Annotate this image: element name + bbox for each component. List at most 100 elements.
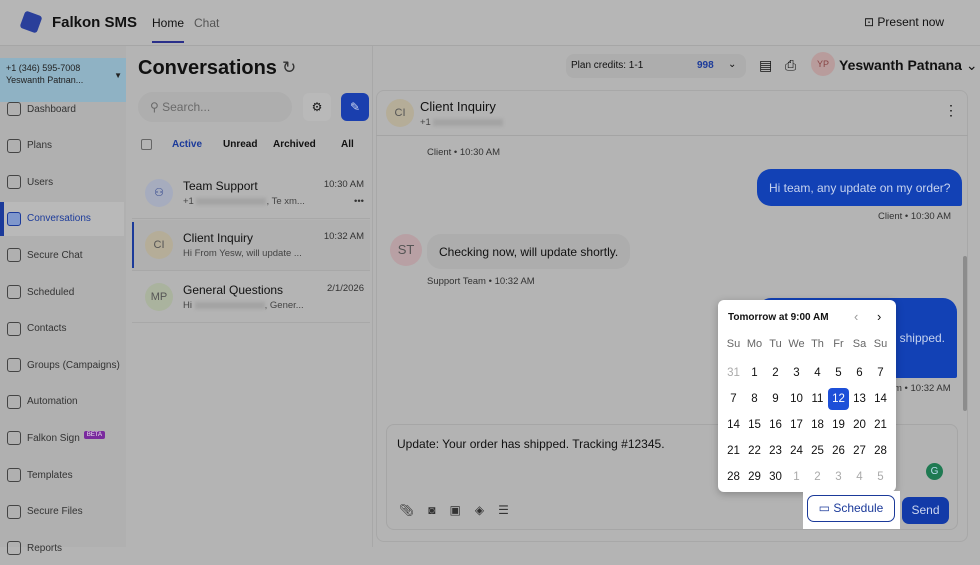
calendar-day[interactable]: 5	[828, 362, 849, 384]
filter-all[interactable]: All	[341, 139, 354, 150]
calendar-day[interactable]: 30	[765, 466, 786, 488]
calendar-day[interactable]: 21	[870, 414, 891, 436]
calendar-day[interactable]: 27	[849, 440, 870, 462]
credits-value: 998	[697, 60, 714, 71]
select-all-checkbox[interactable]	[141, 139, 152, 150]
calendar-day[interactable]: 11	[807, 388, 828, 410]
calendar-day[interactable]: 13	[849, 388, 870, 410]
calendar-day[interactable]: 7	[870, 362, 891, 384]
calendar-day[interactable]: 16	[765, 414, 786, 436]
sidebar-item-automation[interactable]: Automation	[0, 385, 124, 419]
list-icon[interactable]: ☰	[498, 503, 509, 517]
sidebar-item-plans[interactable]: Plans	[0, 129, 124, 163]
calendar-day-selected[interactable]: 12	[828, 388, 849, 410]
conversation-item[interactable]: MP General Questions Hi , Gener... 2/1/2…	[132, 272, 370, 323]
calendar-day[interactable]: 26	[828, 440, 849, 462]
calendar-day[interactable]: 20	[849, 414, 870, 436]
calendar-day[interactable]: 9	[765, 388, 786, 410]
calendar-day[interactable]: 3	[828, 466, 849, 488]
weekday-label: Tu	[769, 338, 782, 350]
sidebar-item-users[interactable]: Users	[0, 165, 124, 199]
message-input[interactable]: Update: Your order has shipped. Tracking…	[397, 437, 665, 451]
schedule-date-picker: Tomorrow at 9:00 AM ‹ › Su Mo Tu We Th Fr Sa Su…	[718, 300, 896, 492]
sidebar-item-label: Groups (Campaigns)	[27, 359, 120, 371]
calendar-day[interactable]: 28	[870, 440, 891, 462]
sidebar-item-dashboard[interactable]: Dashboard	[0, 92, 124, 126]
printer-icon[interactable]: ⎙	[785, 57, 796, 74]
calendar-day[interactable]: 21	[723, 440, 744, 462]
calendar-day[interactable]: 10	[786, 388, 807, 410]
calendar-day[interactable]: 14	[870, 388, 891, 410]
calendar-day[interactable]: 28	[723, 466, 744, 488]
calendar-day[interactable]: 18	[807, 414, 828, 436]
gif-icon[interactable]: ▣	[449, 503, 460, 517]
app-name: Falkon SMS	[52, 14, 138, 31]
calendar-day[interactable]: 19	[828, 414, 849, 436]
contacts-settings-button[interactable]: ⚙	[303, 93, 331, 121]
sidebar-item-scheduled[interactable]: Scheduled	[0, 275, 124, 309]
sidebar-item-templates[interactable]: Templates	[0, 458, 124, 492]
plan-credits-dropdown[interactable]: Plan credits: 1-1 998 ⌄	[566, 54, 746, 78]
user-avatar[interactable]: YP	[811, 52, 835, 76]
calendar-day[interactable]: 25	[807, 440, 828, 462]
camera-icon[interactable]: ◙	[428, 503, 435, 517]
filter-unread[interactable]: Unread	[223, 139, 257, 150]
calendar-day[interactable]: 7	[723, 388, 744, 410]
calendar-day[interactable]: 24	[786, 440, 807, 462]
schedule-button[interactable]: ▭ Schedule	[807, 495, 895, 522]
message-meta: Client • 10:30 AM	[878, 211, 952, 222]
calendar-day[interactable]: 6	[849, 362, 870, 384]
calendar-icon: ▭	[818, 501, 834, 515]
conversation-item[interactable]: CI Client Inquiry Hi From Yesw, will upd…	[132, 220, 370, 271]
calendar-day[interactable]: 31	[723, 362, 744, 384]
sidebar-item-falkon-sign[interactable]: Falkon Sign BETA	[0, 421, 124, 455]
calendar-title: Tomorrow at 9:00 AM	[728, 312, 829, 323]
calendar-day[interactable]: 14	[723, 414, 744, 436]
calendar-day[interactable]: 8	[744, 388, 765, 410]
chevron-right-icon[interactable]: ›	[877, 309, 881, 324]
calendar-day[interactable]: 2	[765, 362, 786, 384]
sidebar-item-contacts[interactable]: Contacts	[0, 312, 124, 346]
filter-active[interactable]: Active	[172, 139, 202, 150]
calendar-day[interactable]: 1	[786, 466, 807, 488]
tab-home[interactable]: Home	[152, 16, 185, 43]
filter-archived[interactable]: Archived	[273, 139, 316, 150]
user-menu[interactable]: Yeswanth Patnana ⌄	[839, 57, 978, 74]
more-vertical-icon[interactable]: ⋮	[944, 102, 958, 119]
sms-logs-icon[interactable]: ▤	[759, 57, 772, 74]
calendar-day[interactable]: 17	[786, 414, 807, 436]
sidebar-item-reports[interactable]: Reports	[0, 531, 124, 565]
weekday-label: Sa	[852, 338, 867, 350]
calendar-day[interactable]: 15	[744, 414, 765, 436]
sidebar-item-secure-chat[interactable]: Secure Chat	[0, 238, 124, 272]
calendar-day[interactable]: 3	[786, 362, 807, 384]
chevron-left-icon[interactable]: ‹	[854, 309, 858, 324]
attachment-icon[interactable]: 📎︎	[399, 503, 414, 517]
calendar-day[interactable]: 4	[849, 466, 870, 488]
sidebar-item-conversations[interactable]: Conversations	[0, 201, 124, 236]
sidebar-item-groups-campaigns[interactable]: Groups (Campaigns)	[0, 348, 124, 382]
calendar-day[interactable]: 22	[744, 440, 765, 462]
present-now-button[interactable]: ⊡ Present now	[864, 15, 944, 29]
calendar-day[interactable]: 2	[807, 466, 828, 488]
more-options-icon[interactable]: •••	[354, 196, 364, 207]
search-input[interactable]: ⚲ Search...	[138, 92, 292, 122]
chevron-down-icon: ▼	[114, 71, 122, 80]
sidebar-item-secure-files[interactable]: Secure Files	[0, 495, 124, 529]
send-button[interactable]: Send	[902, 497, 949, 524]
tab-chat[interactable]: Chat	[194, 16, 219, 30]
chevron-down-icon: ⌄	[965, 57, 978, 73]
grammarly-icon[interactable]: G	[926, 463, 943, 480]
calendar-day[interactable]: 4	[807, 362, 828, 384]
compose-button[interactable]: ✎	[341, 93, 369, 121]
calendar-day[interactable]: 29	[744, 466, 765, 488]
conversation-item[interactable]: ⚇ Team Support +1 , Te xm... 10:30 AM ••…	[132, 168, 370, 219]
scrollbar[interactable]	[963, 256, 967, 411]
calendar-day[interactable]: 5	[870, 466, 891, 488]
calendar-day[interactable]: 1	[744, 362, 765, 384]
calendar-day[interactable]: 23	[765, 440, 786, 462]
conversation-name: Team Support	[183, 179, 258, 193]
refresh-icon[interactable]: ↻	[282, 58, 296, 78]
sticker-icon[interactable]: ◈	[475, 503, 484, 517]
sidebar-item-label: Secure Chat	[27, 249, 83, 261]
